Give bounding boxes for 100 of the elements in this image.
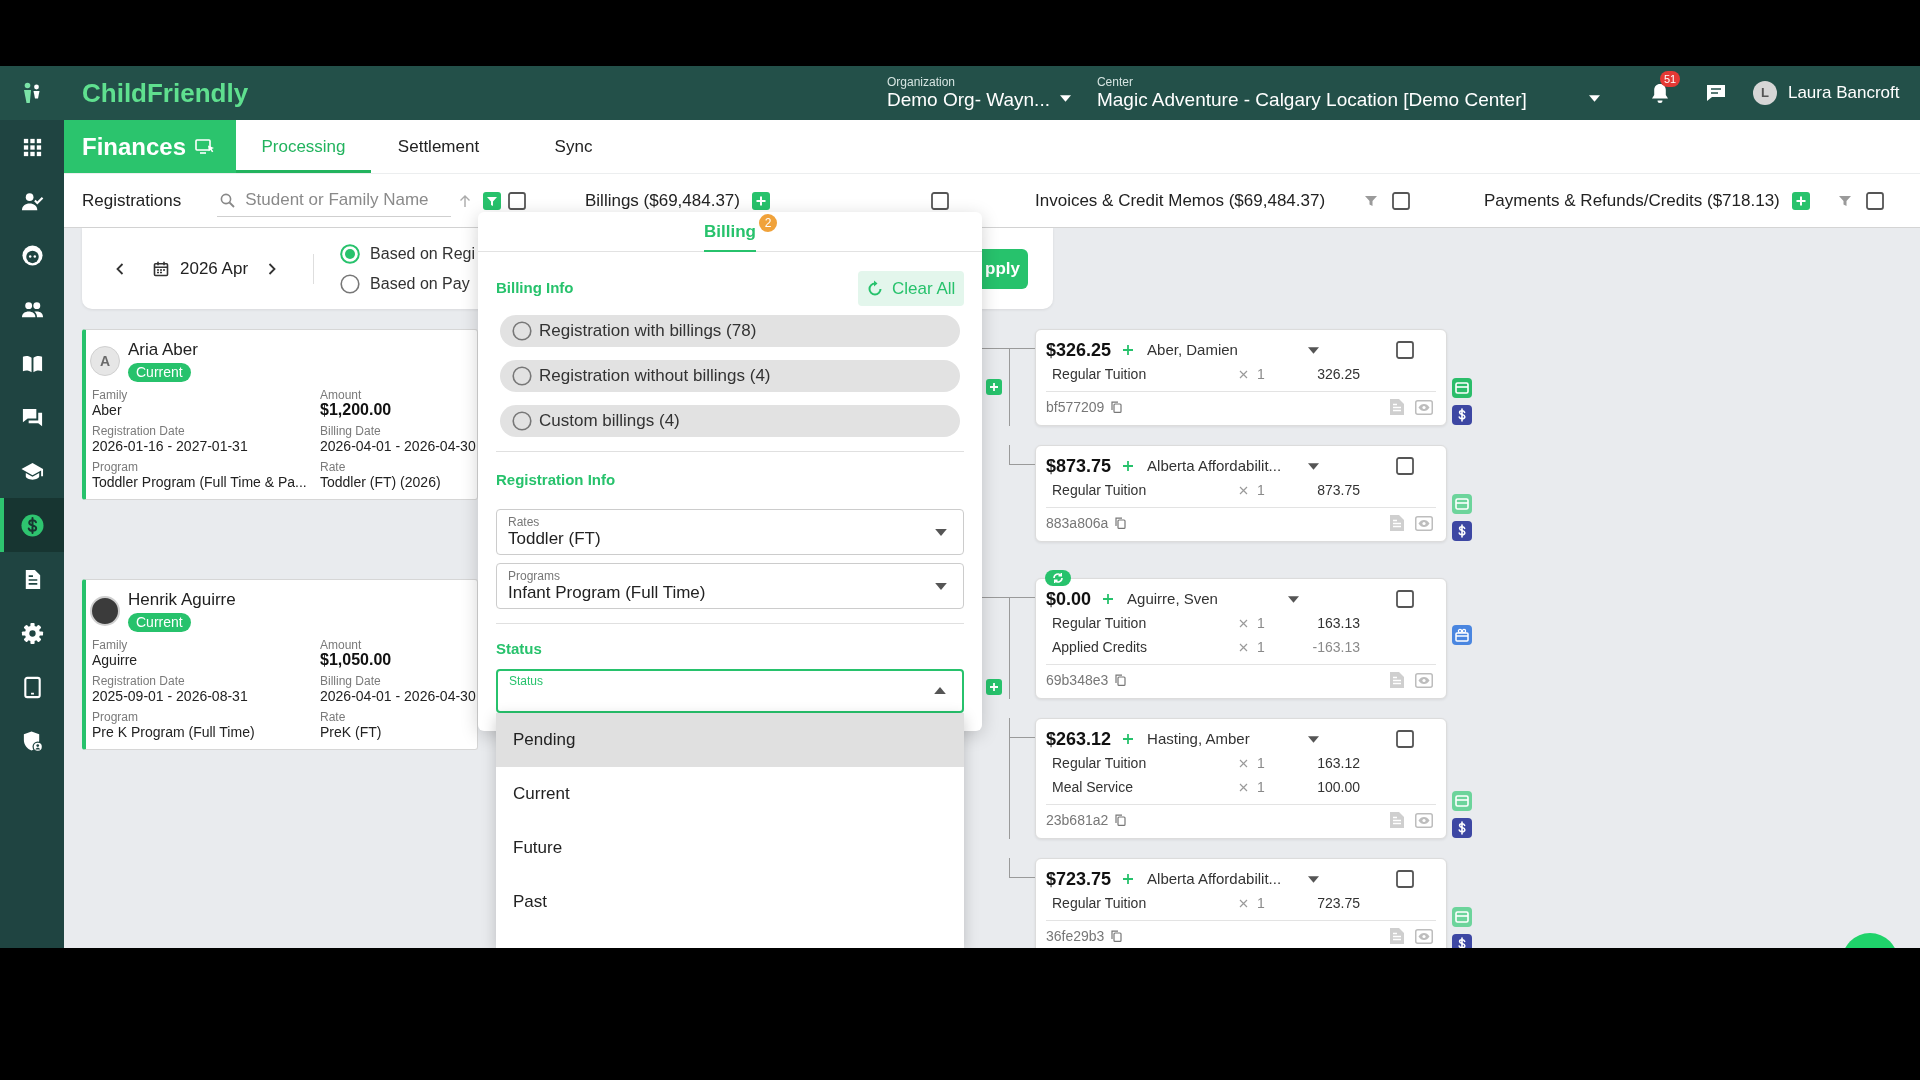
billing-card[interactable]: $0.00 Aguirre, Sven Regular Tuition 1 163.13 Applied Credits 1 -163.13 69b348e3 [1035, 578, 1447, 699]
field-label: Program [92, 710, 138, 724]
reference-id: bf577209 [1046, 399, 1105, 415]
line-item-name: Meal Service [1052, 777, 1134, 797]
times-icon [1239, 782, 1248, 792]
gift-icon[interactable] [1452, 624, 1472, 645]
times-icon [1239, 758, 1248, 768]
dropdown-field[interactable]: Programs Infant Program (Full Time) [496, 563, 964, 609]
field-label: Billing Date [320, 424, 381, 438]
caret-down-icon [1308, 462, 1320, 470]
tab[interactable]: Settlement [371, 120, 506, 173]
month-label: 2026 Apr [180, 257, 249, 280]
bell-icon[interactable] [1649, 82, 1670, 104]
radio-option[interactable]: Custom billings (4) [500, 405, 960, 437]
copy-icon[interactable] [1111, 401, 1123, 413]
registration-card[interactable]: Henrik Aguirre Current Family Aguirre Amount $1,050.00 Registration Date 2025-09-01 - 2026-08-31 Billing Date 2026-04-01 - 2026-04-30 Program Pre K Program (Full Time) Rate PreK (FT) [82, 579, 478, 750]
billing-card[interactable]: $723.75 Alberta Affordabilit... Regular Tuition 1 723.75 36fe29b3 [1035, 858, 1447, 948]
radio-icon[interactable] [340, 273, 361, 294]
line-item-name: Regular Tuition [1052, 613, 1148, 633]
checkbox[interactable] [1866, 191, 1884, 210]
sidebar-item[interactable] [0, 498, 64, 552]
dollar-icon[interactable] [1452, 934, 1472, 948]
line-quantity: 1 [1257, 893, 1265, 913]
radio-icon[interactable] [512, 366, 532, 386]
module-title: Finances [82, 131, 187, 162]
dropdown-field[interactable]: Rates Toddler (FT) [496, 509, 964, 555]
dollar-icon[interactable] [1452, 521, 1472, 541]
field-label: Registration Date [92, 424, 185, 438]
copy-icon[interactable] [1111, 930, 1123, 942]
radio-option[interactable]: Registration with billings (78) [500, 315, 960, 347]
payer-select[interactable]: Aguirre, Sven [1127, 587, 1300, 611]
dollar-icon[interactable] [1452, 818, 1472, 838]
dropdown-option[interactable]: Future [496, 821, 964, 875]
copy-icon[interactable] [1115, 674, 1127, 686]
times-icon [1239, 618, 1248, 628]
payer-select[interactable]: Aber, Damien [1147, 338, 1320, 362]
line-amount: 100.00 [1316, 777, 1360, 797]
checkbox[interactable] [1396, 590, 1414, 608]
radio-option[interactable]: Registration without billings (4) [500, 360, 960, 392]
registration-card[interactable]: A Aria Aber Current Family Aber Amount $1,200.00 Registration Date 2026-01-16 - 2027-01-31 Billing Date 2026-04-01 - 2026-04-30 Program Toddler Program (Full Time & Pa... Rate Toddler (FT) (2026) [82, 329, 478, 500]
chevron-left-icon[interactable] [116, 262, 124, 275]
center-select[interactable]: Center Magic Adventure - Calgary Location [Demo Center] [1096, 75, 1600, 111]
dollar-icon[interactable] [1452, 405, 1472, 425]
field-value: $1,050.00 [320, 652, 392, 668]
payer-select[interactable]: Alberta Affordabilit... [1147, 454, 1320, 478]
line-item-name: Regular Tuition [1052, 753, 1148, 773]
search-field[interactable]: Student or Family Name [217, 184, 452, 217]
user-avatar[interactable]: L [1752, 81, 1777, 105]
line-item-name: Regular Tuition [1052, 364, 1148, 384]
chevron-right-icon[interactable] [268, 262, 277, 275]
filter-icon[interactable] [1364, 193, 1378, 208]
radio-icon[interactable] [512, 411, 532, 431]
reference-id: 883a806a [1046, 515, 1109, 531]
section-heading: Registration Info [496, 469, 616, 490]
copy-icon[interactable] [1115, 814, 1127, 826]
checkbox[interactable] [1396, 341, 1414, 359]
add-icon[interactable] [986, 679, 1002, 695]
radio-option[interactable]: Based on Pay [340, 273, 476, 294]
dropdown-option[interactable]: Pending [496, 713, 964, 767]
dollar-icon[interactable] [20, 513, 44, 537]
user-name[interactable]: Laura Bancroft [1787, 80, 1900, 106]
filter-icon[interactable] [1838, 193, 1852, 208]
reference-id: 23b681a2 [1046, 812, 1109, 828]
caret-down-icon [935, 582, 947, 590]
add-icon[interactable] [986, 379, 1002, 395]
field-value: PreK (FT) [320, 724, 382, 740]
checkbox[interactable] [1392, 191, 1410, 210]
checkbox[interactable] [1396, 457, 1414, 475]
reference-id: 69b348e3 [1046, 672, 1109, 688]
line-amount: 873.75 [1316, 480, 1360, 500]
radio-option[interactable]: Based on Regi [340, 243, 476, 264]
student-name: Henrik Aguirre [128, 590, 236, 610]
line-quantity: 1 [1257, 777, 1265, 797]
payer-select[interactable]: Hasting, Amber [1147, 727, 1320, 751]
field-value: 2026-04-01 - 2026-04-30 [320, 438, 476, 454]
face-icon[interactable] [20, 243, 44, 267]
line-item-name: Regular Tuition [1052, 893, 1148, 913]
section-title: Invoices & Credit Memos ($69,484.37) [1035, 189, 1326, 212]
payer-select[interactable]: Alberta Affordabilit... [1147, 867, 1320, 891]
dropdown-option[interactable]: Past [496, 875, 964, 929]
field-label: Program [92, 460, 138, 474]
field-value: $1,200.00 [320, 402, 392, 418]
checkbox[interactable] [508, 191, 527, 210]
chat-icon[interactable] [1705, 84, 1726, 102]
radio-icon[interactable] [512, 321, 532, 341]
reference-id: 36fe29b3 [1046, 928, 1105, 944]
checkbox[interactable] [931, 191, 949, 210]
checkbox[interactable] [1396, 870, 1414, 888]
organization-select[interactable]: Organization Demo Org- Wayn... [887, 75, 1071, 111]
tab[interactable]: Sync [506, 120, 641, 173]
checkbox[interactable] [1396, 730, 1414, 748]
billing-card[interactable]: $873.75 Alberta Affordabilit... Regular Tuition 1 873.75 883a806a [1035, 445, 1447, 542]
logo-text: ChildFriendly [82, 77, 249, 108]
field-value: 2026-04-01 - 2026-04-30 [320, 688, 476, 704]
dropdown-option[interactable]: Current [496, 767, 964, 821]
radio-icon[interactable] [340, 243, 361, 264]
billing-card[interactable]: $263.12 Hasting, Amber Regular Tuition 1 163.12 Meal Service 1 100.00 23b681a2 [1035, 718, 1447, 839]
settings-icon[interactable] [20, 621, 44, 645]
billing-card[interactable]: $326.25 Aber, Damien Regular Tuition 1 326.25 bf577209 [1035, 329, 1447, 426]
copy-icon[interactable] [1115, 517, 1127, 529]
